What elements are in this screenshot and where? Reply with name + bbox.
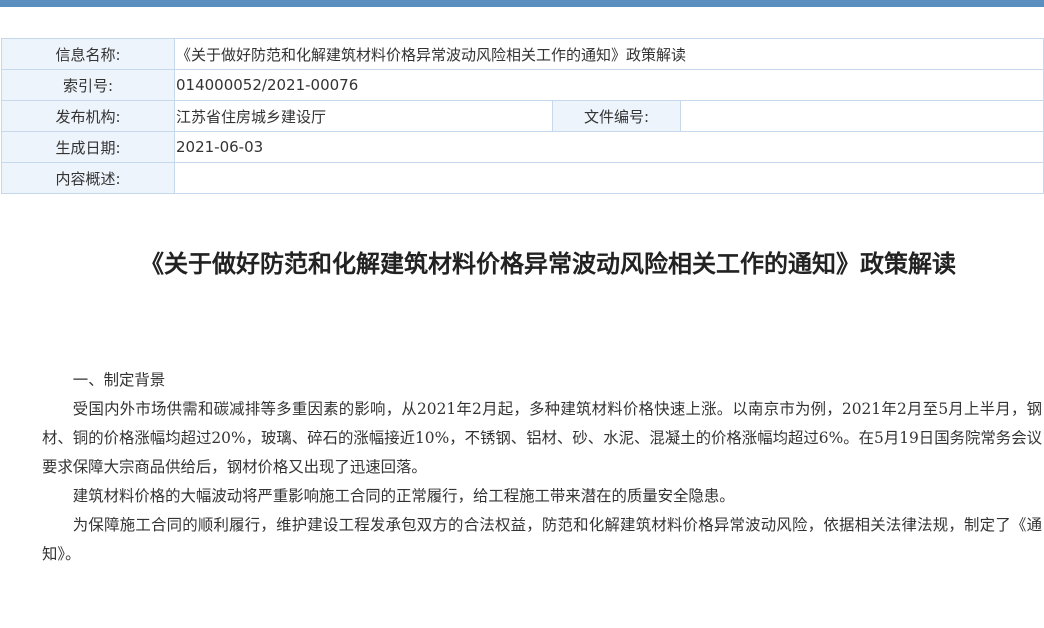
- info-row-name: 信息名称: 《关于做好防范和化解建筑材料价格异常波动风险相关工作的通知》政策解读: [1, 38, 1044, 70]
- article-paragraph: 建筑材料价格的大幅波动将严重影响施工合同的正常履行，给工程施工带来潜在的质量安全…: [72, 487, 735, 505]
- info-row-publisher: 发布机构: 江苏省住房城乡建设厅 文件编号:: [1, 100, 1044, 132]
- document-info-table: 信息名称: 《关于做好防范和化解建筑材料价格异常波动风险相关工作的通知》政策解读…: [1, 38, 1044, 194]
- info-docno-value: [680, 100, 1044, 132]
- info-publisher-value: 江苏省住房城乡建设厅: [174, 100, 553, 132]
- info-index-value: 014000052/2021-00076: [174, 69, 1044, 101]
- article-title: 《关于做好防范和化解建筑材料价格异常波动风险相关工作的通知》政策解读: [140, 250, 956, 278]
- top-accent-bar: [0, 0, 1044, 7]
- info-name-label: 信息名称:: [1, 38, 175, 70]
- info-name-value: 《关于做好防范和化解建筑材料价格异常波动风险相关工作的通知》政策解读: [174, 38, 1044, 70]
- info-row-summary: 内容概述:: [1, 162, 1044, 194]
- section-heading: 一、制定背景: [72, 371, 166, 389]
- article-body: 一、制定背景 受国内外市场供需和碳减排等多重因素的影响，从2021年2月起，多种…: [42, 366, 1042, 569]
- article-paragraph: 为保障施工合同的顺利履行，维护建设工程发承包双方的合法权益，防范和化解建筑材料价…: [42, 516, 1042, 563]
- info-summary-value: [174, 162, 1044, 194]
- info-date-value: 2021-06-03: [174, 131, 1044, 163]
- info-row-date: 生成日期: 2021-06-03: [1, 131, 1044, 163]
- info-row-index: 索引号: 014000052/2021-00076: [1, 69, 1044, 101]
- info-index-label: 索引号:: [1, 69, 175, 101]
- info-docno-label: 文件编号:: [552, 100, 681, 132]
- info-summary-label: 内容概述:: [1, 162, 175, 194]
- info-date-label: 生成日期:: [1, 131, 175, 163]
- article-paragraph: 受国内外市场供需和碳减排等多重因素的影响，从2021年2月起，多种建筑材料价格快…: [42, 400, 1042, 476]
- info-publisher-label: 发布机构:: [1, 100, 175, 132]
